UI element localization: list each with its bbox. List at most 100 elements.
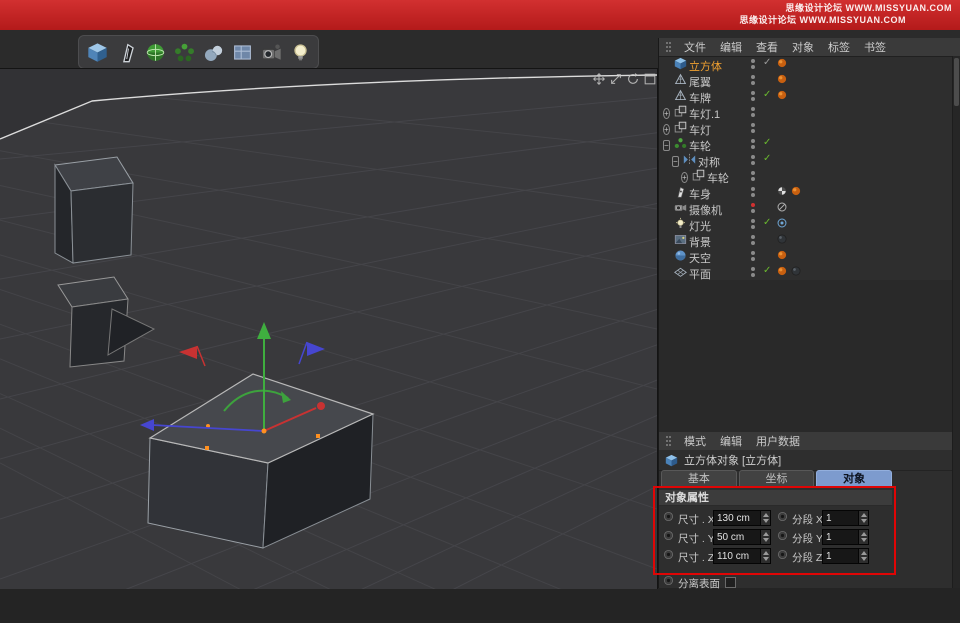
size-input-field[interactable] [714, 549, 760, 563]
attr-label: 尺寸 . X [678, 512, 715, 527]
tag-icons[interactable] [776, 265, 802, 277]
tree-row-8[interactable]: 车身 [659, 184, 953, 200]
segments-input-field[interactable] [823, 511, 858, 525]
tag-icons[interactable] [776, 217, 788, 229]
tree-row-12[interactable]: 天空 [659, 248, 953, 264]
viewport-canvas[interactable] [0, 69, 657, 589]
enabled-check-icon[interactable]: ✓ [763, 89, 771, 100]
menubar-grip-icon[interactable] [666, 42, 668, 44]
visibility-toggles[interactable] [751, 203, 755, 213]
array-tool-button[interactable] [171, 39, 197, 65]
visibility-toggles[interactable] [751, 219, 755, 229]
metaball-tool-button[interactable] [200, 39, 226, 65]
tree-row-11[interactable]: 背景 [659, 232, 953, 248]
subdiv-tool-button[interactable] [142, 39, 168, 65]
camera-tool-button[interactable] [258, 39, 284, 65]
pen-tool-button[interactable] [113, 39, 139, 65]
object-manager-menu-item-3[interactable]: 对象 [785, 39, 821, 55]
panel-scrollbar[interactable] [952, 56, 960, 588]
tree-row-1[interactable]: 尾翼 [659, 72, 953, 88]
object-manager-menu-item-4[interactable]: 标签 [821, 39, 857, 55]
stepper-icon[interactable] [858, 549, 868, 563]
scrollbar-thumb[interactable] [954, 58, 959, 106]
visibility-toggles[interactable] [751, 235, 755, 245]
symmetry-icon [683, 153, 696, 166]
array-icon [674, 137, 687, 150]
stepper-icon[interactable] [760, 530, 770, 544]
object-manager-menu-item-2[interactable]: 查看 [749, 39, 785, 55]
visibility-toggles[interactable] [751, 139, 755, 149]
tree-expander-icon[interactable]: + [681, 171, 688, 183]
tree-row-0[interactable]: 立方体✓ [659, 56, 953, 72]
tree-expander-icon[interactable]: − [663, 139, 670, 151]
tree-expander-icon[interactable]: + [663, 107, 670, 119]
tree-row-4[interactable]: +车灯 [659, 120, 953, 136]
size-input-field[interactable] [714, 511, 760, 525]
visibility-toggles[interactable] [751, 155, 755, 165]
stepper-icon[interactable] [760, 511, 770, 525]
stepper-icon[interactable] [858, 511, 868, 525]
visibility-toggles[interactable] [751, 91, 755, 101]
object-manager-menu-item-5[interactable]: 书签 [857, 39, 893, 55]
segments-input-2[interactable] [822, 548, 869, 564]
stepper-icon[interactable] [760, 549, 770, 563]
tag-icons[interactable] [776, 201, 788, 213]
maximize-icon[interactable] [643, 72, 657, 86]
tree-expander-icon[interactable]: − [672, 155, 679, 167]
visibility-toggles[interactable] [751, 267, 755, 277]
tree-row-2[interactable]: 车牌✓ [659, 88, 953, 104]
tree-row-3[interactable]: +车灯.1 [659, 104, 953, 120]
size-input-0[interactable] [713, 510, 771, 526]
enabled-check-icon[interactable]: ✓ [763, 153, 771, 164]
menubar-grip-icon[interactable] [666, 436, 668, 438]
tag-icons[interactable] [776, 57, 788, 69]
cube-tool-button[interactable] [84, 39, 110, 65]
visibility-toggles[interactable] [751, 187, 755, 197]
tag-icons[interactable] [776, 233, 788, 245]
object-manager-menu-item-0[interactable]: 文件 [677, 39, 713, 55]
visibility-toggles[interactable] [751, 75, 755, 85]
visibility-toggles[interactable] [751, 171, 755, 181]
move-icon[interactable] [592, 72, 606, 86]
tree-row-6[interactable]: −对称✓ [659, 152, 953, 168]
tag-icons[interactable] [776, 185, 802, 197]
tab-2[interactable]: 对象 [816, 470, 892, 488]
tag-icons[interactable] [776, 89, 788, 101]
tree-row-10[interactable]: 灯光✓ [659, 216, 953, 232]
tab-1[interactable]: 坐标 [739, 470, 815, 488]
tree-expander-icon[interactable]: + [663, 123, 670, 135]
size-input-field[interactable] [714, 530, 760, 544]
segments-input-0[interactable] [822, 510, 869, 526]
floor-tool-button[interactable] [229, 39, 255, 65]
segments-input-field[interactable] [823, 549, 858, 563]
tree-row-7[interactable]: +车轮 [659, 168, 953, 184]
attribute-manager-menu-item-1[interactable]: 编辑 [713, 433, 749, 449]
enabled-check-icon[interactable]: ✓ [763, 217, 771, 228]
enabled-check-icon[interactable]: ✓ [763, 265, 771, 276]
tree-row-13[interactable]: 平面✓ [659, 264, 953, 280]
visibility-toggles[interactable] [751, 107, 755, 117]
size-input-1[interactable] [713, 529, 771, 545]
tree-row-5[interactable]: −车轮✓ [659, 136, 953, 152]
size-input-2[interactable] [713, 548, 771, 564]
attribute-manager-menu-item-2[interactable]: 用户数据 [749, 433, 807, 449]
segments-input-1[interactable] [822, 529, 869, 545]
visibility-toggles[interactable] [751, 123, 755, 133]
enabled-check-icon[interactable]: ✓ [763, 137, 771, 148]
separate-surfaces-checkbox[interactable] [725, 577, 736, 588]
scale-icon[interactable] [609, 72, 623, 86]
segments-input-field[interactable] [823, 530, 858, 544]
tag-icons[interactable] [776, 73, 788, 85]
enabled-check-icon[interactable]: ✓ [763, 57, 771, 68]
tree-row-9[interactable]: 摄像机 [659, 200, 953, 216]
stepper-icon[interactable] [858, 530, 868, 544]
viewport-3d[interactable] [0, 68, 658, 589]
tab-0[interactable]: 基本 [661, 470, 737, 488]
rotate-icon[interactable] [626, 72, 640, 86]
light-tool-button[interactable] [287, 39, 313, 65]
tag-icons[interactable] [776, 249, 788, 261]
object-manager-menu-item-1[interactable]: 编辑 [713, 39, 749, 55]
visibility-toggles[interactable] [751, 59, 755, 69]
attribute-manager-menu-item-0[interactable]: 模式 [677, 433, 713, 449]
visibility-toggles[interactable] [751, 251, 755, 261]
